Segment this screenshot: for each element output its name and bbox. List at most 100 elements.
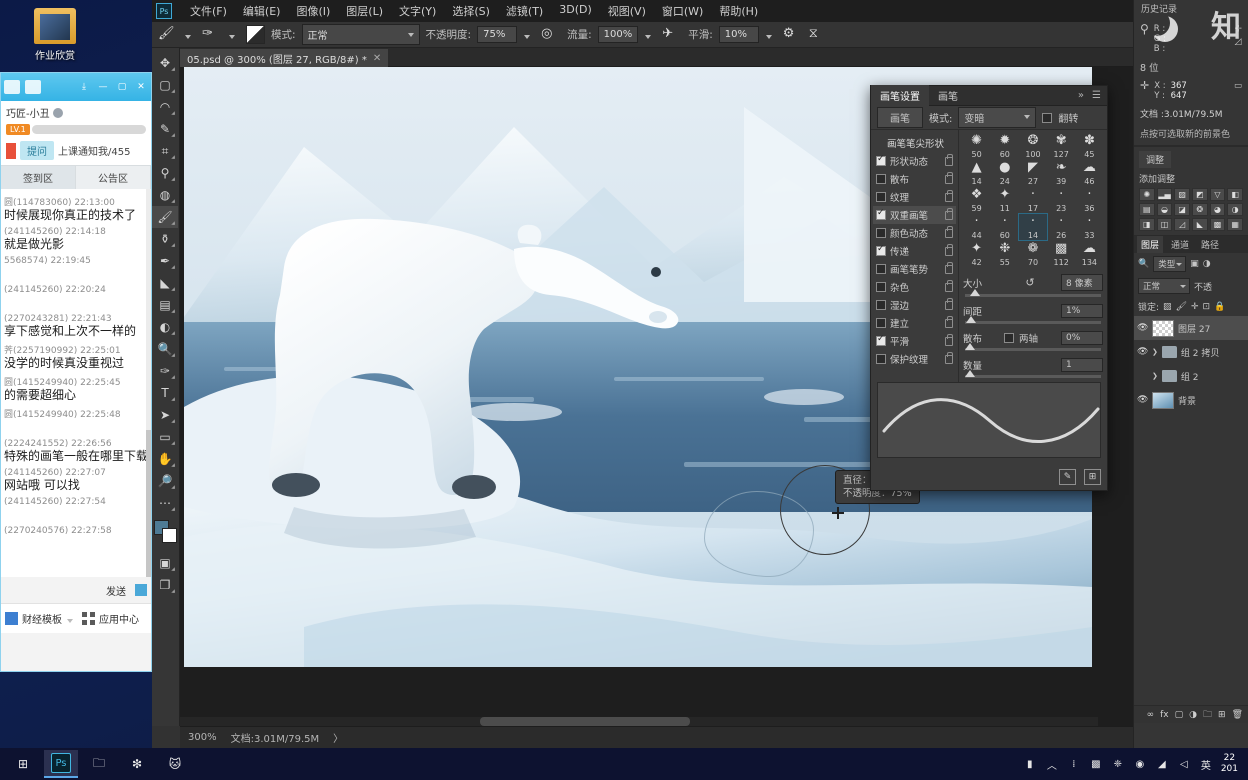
brush-option-checkbox[interactable] — [876, 228, 886, 238]
adj-extra2-icon[interactable]: ▦ — [1227, 218, 1243, 231]
healing-brush-tool[interactable]: ◍ — [152, 184, 178, 206]
brush-preset-20[interactable]: ✦ 42 — [963, 241, 990, 267]
spacing-value[interactable]: 1% — [1061, 304, 1103, 318]
layer-thumbnail[interactable] — [1152, 319, 1174, 337]
brush-size-value[interactable]: 8 像素 — [1061, 274, 1103, 291]
brush-size-slider[interactable] — [965, 289, 1101, 297]
eraser-tool[interactable]: ◣ — [152, 272, 178, 294]
brush-preset-2[interactable]: ❂ 100 — [1019, 133, 1046, 159]
count-slider[interactable] — [965, 370, 1101, 378]
eye-icon[interactable]: 👁 — [1137, 395, 1148, 405]
qq-chat-window[interactable]: ⤓ — ▢ ✕ 巧匠-小丑 LV.1 提问 上课通知我/455 签到区 公告区 圆… — [0, 72, 152, 672]
flow-input[interactable]: 100% — [597, 26, 639, 43]
brush-preset-7[interactable]: ◤ 27 — [1019, 160, 1046, 186]
brush-panel-tab-1[interactable]: 画笔 — [929, 85, 967, 106]
brush-preset-21[interactable]: ❉ 55 — [991, 241, 1018, 267]
color-balance-icon[interactable]: ▤ — [1139, 203, 1155, 216]
app-center-icon[interactable] — [82, 612, 95, 625]
brush-option-传递[interactable]: 传递 — [873, 242, 956, 260]
lock-image-icon[interactable]: 🖌 — [1176, 302, 1187, 312]
both-axes-checkbox[interactable] — [1004, 333, 1014, 343]
color-swatches[interactable] — [153, 520, 178, 544]
menu-item-5[interactable]: 选择(S) — [444, 0, 498, 22]
menu-bar[interactable]: Ps 文件(F) 编辑(E) 图像(I) 图层(L) 文字(Y) 选择(S) 滤镜(T) 3D… — [152, 0, 1248, 22]
brush-preset-23[interactable]: ▩ 112 — [1048, 241, 1075, 267]
brush-options-list[interactable]: 画笔笔尖形状 形状动态散布纹理双重画笔颜色动态传递画笔笔势杂色湿边建立平滑保护纹… — [871, 130, 959, 410]
quick-mask-button[interactable]: ▣ — [152, 552, 178, 574]
panel-collapse-icon[interactable]: » — [1078, 90, 1084, 101]
delete-layer-icon[interactable]: 🗑 — [1232, 710, 1243, 720]
browser-taskbar-icon[interactable]: ❇ — [120, 750, 154, 778]
lock-icon[interactable] — [945, 315, 953, 328]
layers-panel-tabs[interactable]: 图层 通道 路径 — [1134, 236, 1248, 253]
black-white-icon[interactable]: ◒ — [1156, 203, 1173, 216]
brush-preset-0[interactable]: ✺ 50 — [963, 133, 990, 159]
layers-tab-0[interactable]: 图层 — [1137, 236, 1164, 253]
brush-option-纹理[interactable]: 纹理 — [873, 188, 956, 206]
qq-tabs[interactable]: 签到区 公告区 — [1, 165, 151, 189]
shield-icon[interactable]: ◉ — [1133, 757, 1147, 771]
brush-preset-grid[interactable]: ✺ 50 ✹ 60 ❂ 100 ✾ 127 ✽ 45 ▲ 14 ● 24 ◤ 27 ❧ 39 ☁ 46 ❖ 59 ✦ 11 · 1… — [963, 133, 1103, 267]
marquee-tool[interactable]: ▢ — [152, 74, 178, 96]
app-tray-icon[interactable]: ▩ — [1089, 757, 1103, 771]
brush-option-checkbox[interactable] — [876, 318, 886, 328]
new-adjustment-icon[interactable]: ◑ — [1189, 710, 1197, 720]
clock[interactable]: 22 201 — [1221, 753, 1238, 775]
path-selection-tool[interactable]: ➤ — [152, 404, 178, 426]
explorer-taskbar-icon[interactable]: 🗀 — [82, 750, 116, 778]
menu-item-1[interactable]: 编辑(E) — [235, 0, 289, 22]
history-brush-tool[interactable]: ✒ — [152, 250, 178, 272]
adjustments-panel[interactable]: 调整 添加调整 ✺ ▂▄ ▨ ◩ ▽ ◧ ▤ ◒ ◪ ❂ ◕ ◑ ◨ ◫ ◿ ◣… — [1134, 146, 1248, 235]
brush-option-checkbox[interactable] — [876, 174, 886, 184]
menu-item-3[interactable]: 图层(L) — [338, 0, 391, 22]
menu-item-10[interactable]: 帮助(H) — [711, 0, 766, 22]
panel-menu-icon[interactable]: ☰ — [1092, 90, 1101, 101]
volume-icon[interactable]: ◁ — [1177, 757, 1191, 771]
count-value[interactable]: 1 — [1061, 358, 1103, 372]
quick-selection-tool[interactable]: ✎ — [152, 118, 178, 140]
brush-preset-15[interactable]: · 44 — [963, 214, 990, 240]
brush-option-湿边[interactable]: 湿边 — [873, 296, 956, 314]
brush-preset-1[interactable]: ✹ 60 — [991, 133, 1018, 159]
lock-icon[interactable] — [945, 189, 953, 202]
brush-settings-toggle-icon[interactable] — [246, 25, 265, 44]
blend-mode-select[interactable]: 正常 — [301, 24, 420, 45]
adjustments-icon-grid[interactable]: ✺ ▂▄ ▨ ◩ ▽ ◧ ▤ ◒ ◪ ❂ ◕ ◑ ◨ ◫ ◿ ◣ ▩ ▦ — [1139, 188, 1243, 231]
brush-option-checkbox[interactable] — [876, 154, 886, 166]
brush-preset-24[interactable]: ☁ 134 — [1076, 241, 1103, 267]
brush-option-平滑[interactable]: 平滑 — [873, 332, 956, 350]
new-group-icon[interactable]: 🗀 — [1203, 707, 1212, 723]
layer-row[interactable]: ❯ 组 2 — [1134, 364, 1248, 388]
search-icon[interactable]: 🔍 — [1138, 259, 1149, 269]
lock-icon[interactable] — [945, 243, 953, 256]
lock-icon[interactable] — [945, 207, 953, 220]
horizontal-scrollbar[interactable] — [180, 717, 1098, 726]
brush-preset-14[interactable]: · 36 — [1076, 187, 1103, 213]
game-controller-icon[interactable] — [25, 80, 41, 94]
brush-option-checkbox[interactable] — [876, 282, 886, 292]
taskbar[interactable]: ⊞ Ps 🗀 ❇ 🐱 ▮ ︿ ⁞ ▩ ❈ ◉ ◢ ◁ 英 22 201 — [0, 748, 1248, 780]
hue-saturation-icon[interactable]: ◧ — [1227, 188, 1243, 201]
brush-panel-footer[interactable]: ✎ ⊞ — [1059, 469, 1101, 485]
layer-filter-select[interactable]: 类型 — [1153, 256, 1187, 272]
battery-icon[interactable]: ▮ — [1023, 757, 1037, 771]
send-options-icon[interactable] — [135, 584, 147, 596]
brush-option-checkbox[interactable] — [876, 354, 886, 364]
brush-option-checkbox[interactable] — [876, 208, 886, 220]
chevron-right-icon[interactable]: ❯ — [1152, 372, 1158, 380]
dodge-tool[interactable]: 🔍 — [152, 338, 178, 360]
brush-tip-shape-option[interactable]: 画笔笔尖形状 — [873, 134, 956, 152]
background-color-swatch[interactable] — [161, 528, 177, 543]
brush-preset-5[interactable]: ▲ 14 — [963, 160, 990, 186]
brush-preset-4[interactable]: ✽ 45 — [1076, 133, 1103, 159]
cloud-icon[interactable]: ❈ — [1111, 757, 1125, 771]
screen-mode-button[interactable]: ❐ — [152, 574, 178, 596]
blend-mode-row[interactable]: 正常 不透 — [1134, 275, 1248, 297]
brush-option-画笔笔势[interactable]: 画笔笔势 — [873, 260, 956, 278]
adj-extra1-icon[interactable]: ▩ — [1209, 218, 1226, 231]
brush-preset-13[interactable]: · 23 — [1048, 187, 1075, 213]
lock-row[interactable]: 锁定: ▨ 🖌 ✛ ⊡ 🔒 — [1134, 297, 1248, 316]
smoothing-input[interactable]: 10% — [718, 26, 759, 43]
brush-preset-area[interactable]: ✺ 50 ✹ 60 ❂ 100 ✾ 127 ✽ 45 ▲ 14 ● 24 ◤ 27 ❧ 39 ☁ 46 ❖ 59 ✦ 11 · 1… — [959, 130, 1107, 410]
chevron-up-icon[interactable]: ︿ — [1045, 757, 1059, 772]
